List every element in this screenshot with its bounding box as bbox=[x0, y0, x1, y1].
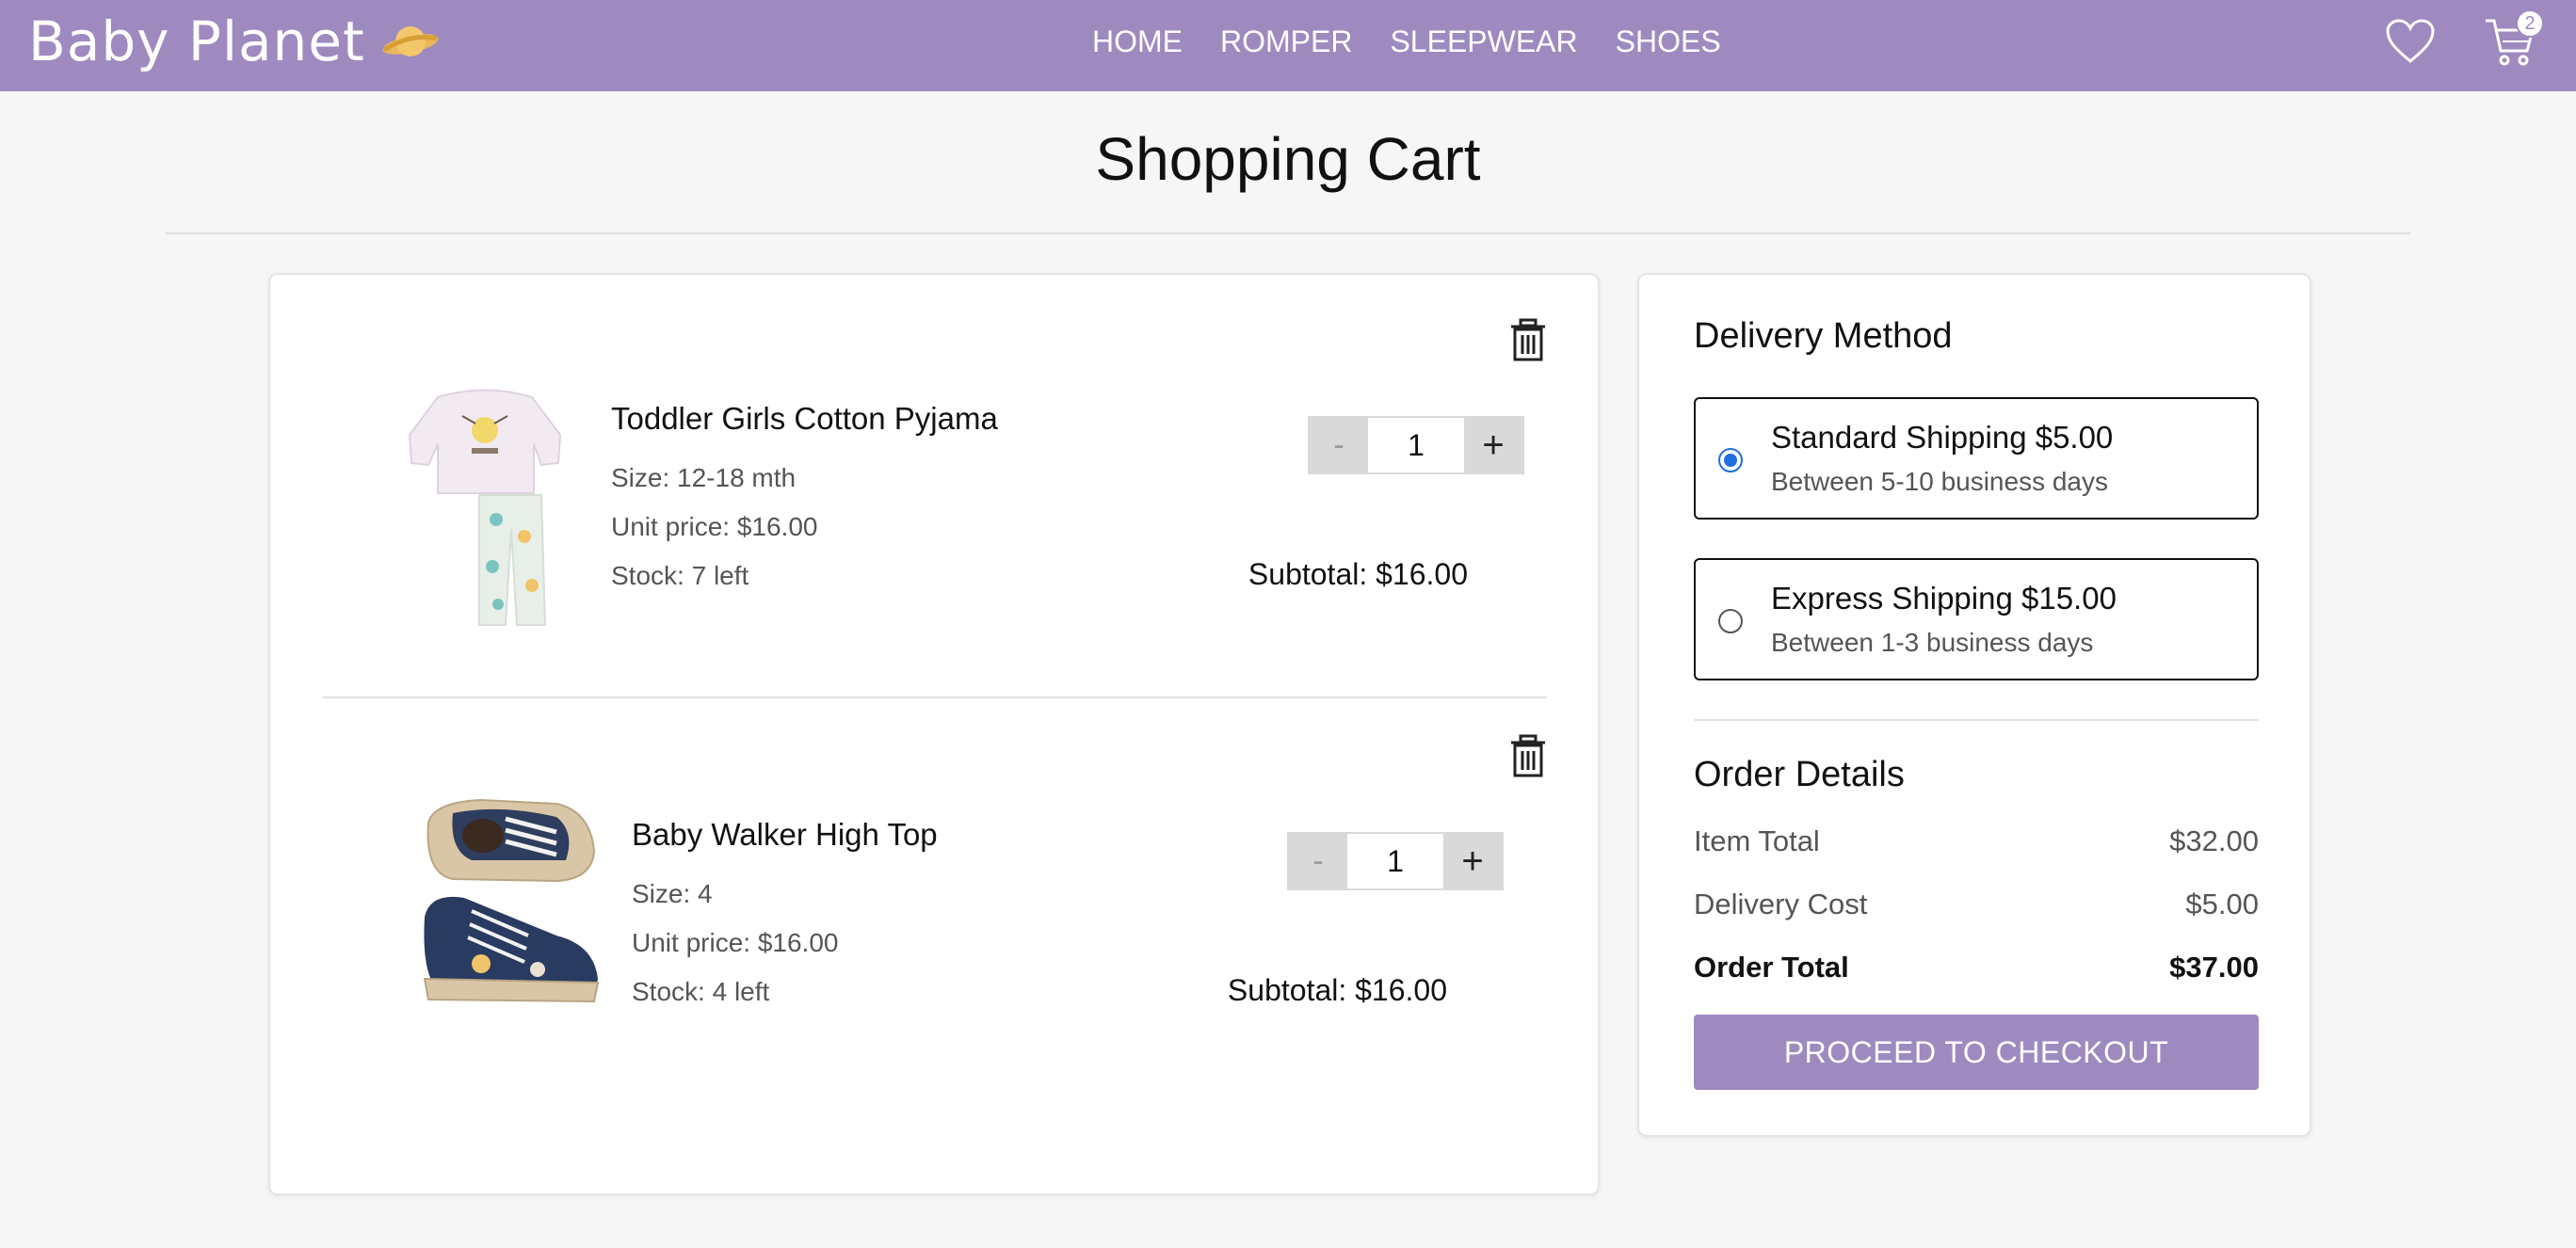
cart-item: Toddler Girls Cotton Pyjama Size: 12-18 … bbox=[323, 303, 1547, 698]
shoe-image bbox=[423, 798, 600, 1003]
quantity-stepper: - 1 + bbox=[1287, 832, 1504, 890]
nav-romper[interactable]: ROMPER bbox=[1220, 24, 1352, 59]
cart-item: Baby Walker High Top Size: 4 Unit price:… bbox=[323, 719, 1547, 1114]
planet-icon bbox=[382, 26, 439, 56]
item-unit-price: Unit price: $16.00 bbox=[611, 512, 818, 541]
nav-sleepwear[interactable]: SLEEPWEAR bbox=[1390, 24, 1577, 59]
standard-shipping-radio[interactable] bbox=[1718, 448, 1743, 472]
standard-shipping-option[interactable]: Standard Shipping $5.00 Between 5-10 bus… bbox=[1694, 397, 2259, 520]
title-divider bbox=[166, 232, 2410, 234]
heart-icon bbox=[2386, 19, 2435, 63]
order-total-value: $37.00 bbox=[2169, 951, 2259, 984]
item-unit-price: Unit price: $16.00 bbox=[632, 928, 839, 957]
item-subtotal: Subtotal: $16.00 bbox=[1227, 973, 1447, 1007]
shipping-option-label: Express Shipping $15.00 bbox=[1771, 581, 2117, 616]
main-nav: HOME ROMPER SLEEPWEAR SHOES bbox=[1092, 24, 1721, 59]
trash-icon[interactable] bbox=[1509, 318, 1547, 361]
decrease-quantity-button[interactable]: - bbox=[1289, 834, 1347, 888]
item-info: Baby Walker High Top Size: 4 Unit price:… bbox=[632, 817, 938, 1016]
delivery-method-title: Delivery Method bbox=[1694, 316, 1953, 356]
cart-button[interactable]: 2 bbox=[2482, 9, 2544, 70]
item-total-row: Item Total $32.00 bbox=[1694, 824, 2259, 858]
item-size: Size: 12-18 mth bbox=[611, 463, 797, 492]
delivery-cost-label: Delivery Cost bbox=[1694, 888, 1868, 920]
quantity-value[interactable]: 1 bbox=[1368, 418, 1464, 472]
express-shipping-radio[interactable] bbox=[1718, 609, 1743, 633]
page-title: Shopping Cart bbox=[1095, 125, 1481, 193]
express-shipping-option[interactable]: Express Shipping $15.00 Between 1-3 busi… bbox=[1694, 558, 2259, 680]
quantity-stepper: - 1 + bbox=[1308, 416, 1524, 474]
quantity-value[interactable]: 1 bbox=[1347, 834, 1443, 888]
item-size: Size: 4 bbox=[632, 879, 713, 908]
item-name[interactable]: Toddler Girls Cotton Pyjama bbox=[611, 401, 998, 437]
pyjama-image bbox=[408, 389, 562, 626]
delivery-cost-value: $5.00 bbox=[2185, 888, 2259, 920]
brand-logo[interactable]: Baby Planet bbox=[28, 9, 441, 73]
wishlist-button[interactable] bbox=[2382, 13, 2439, 70]
order-total-label: Order Total bbox=[1694, 951, 1849, 984]
shipping-option-label: Standard Shipping $5.00 bbox=[1771, 420, 2114, 455]
nav-icons: 2 bbox=[2382, 9, 2544, 70]
shipping-option-desc: Between 5-10 business days bbox=[1771, 467, 2108, 496]
section-divider bbox=[1694, 719, 2259, 721]
item-name[interactable]: Baby Walker High Top bbox=[632, 817, 938, 853]
increase-quantity-button[interactable]: + bbox=[1464, 418, 1522, 472]
order-total-row: Order Total $37.00 bbox=[1694, 951, 2259, 984]
item-divider bbox=[323, 696, 1547, 698]
checkout-button[interactable]: PROCEED TO CHECKOUT bbox=[1694, 1015, 2259, 1090]
nav-home[interactable]: HOME bbox=[1092, 24, 1183, 59]
trash-icon[interactable] bbox=[1509, 734, 1547, 777]
brand-name: Baby Planet bbox=[28, 9, 365, 73]
decrease-quantity-button[interactable]: - bbox=[1310, 418, 1368, 472]
item-stock: Stock: 7 left bbox=[611, 561, 749, 590]
delivery-cost-row: Delivery Cost $5.00 bbox=[1694, 888, 2259, 921]
item-info: Toddler Girls Cotton Pyjama Size: 12-18 … bbox=[611, 401, 998, 600]
cart-count-badge: 2 bbox=[2516, 9, 2544, 38]
item-stock: Stock: 4 left bbox=[632, 977, 770, 1006]
shipping-option-desc: Between 1-3 business days bbox=[1771, 628, 2094, 657]
navbar: Baby Planet HOME ROMPER SLEEPWEAR SHOES … bbox=[0, 0, 2576, 91]
item-subtotal: Subtotal: $16.00 bbox=[1248, 557, 1468, 591]
order-details-title: Order Details bbox=[1694, 755, 1905, 794]
cart-items-panel: Toddler Girls Cotton Pyjama Size: 12-18 … bbox=[268, 273, 1600, 1195]
item-total-value: $32.00 bbox=[2169, 824, 2259, 857]
item-total-label: Item Total bbox=[1694, 824, 1820, 857]
order-summary-panel: Delivery Method Standard Shipping $5.00 … bbox=[1637, 273, 2311, 1137]
nav-shoes[interactable]: SHOES bbox=[1616, 24, 1721, 59]
increase-quantity-button[interactable]: + bbox=[1443, 834, 1502, 888]
